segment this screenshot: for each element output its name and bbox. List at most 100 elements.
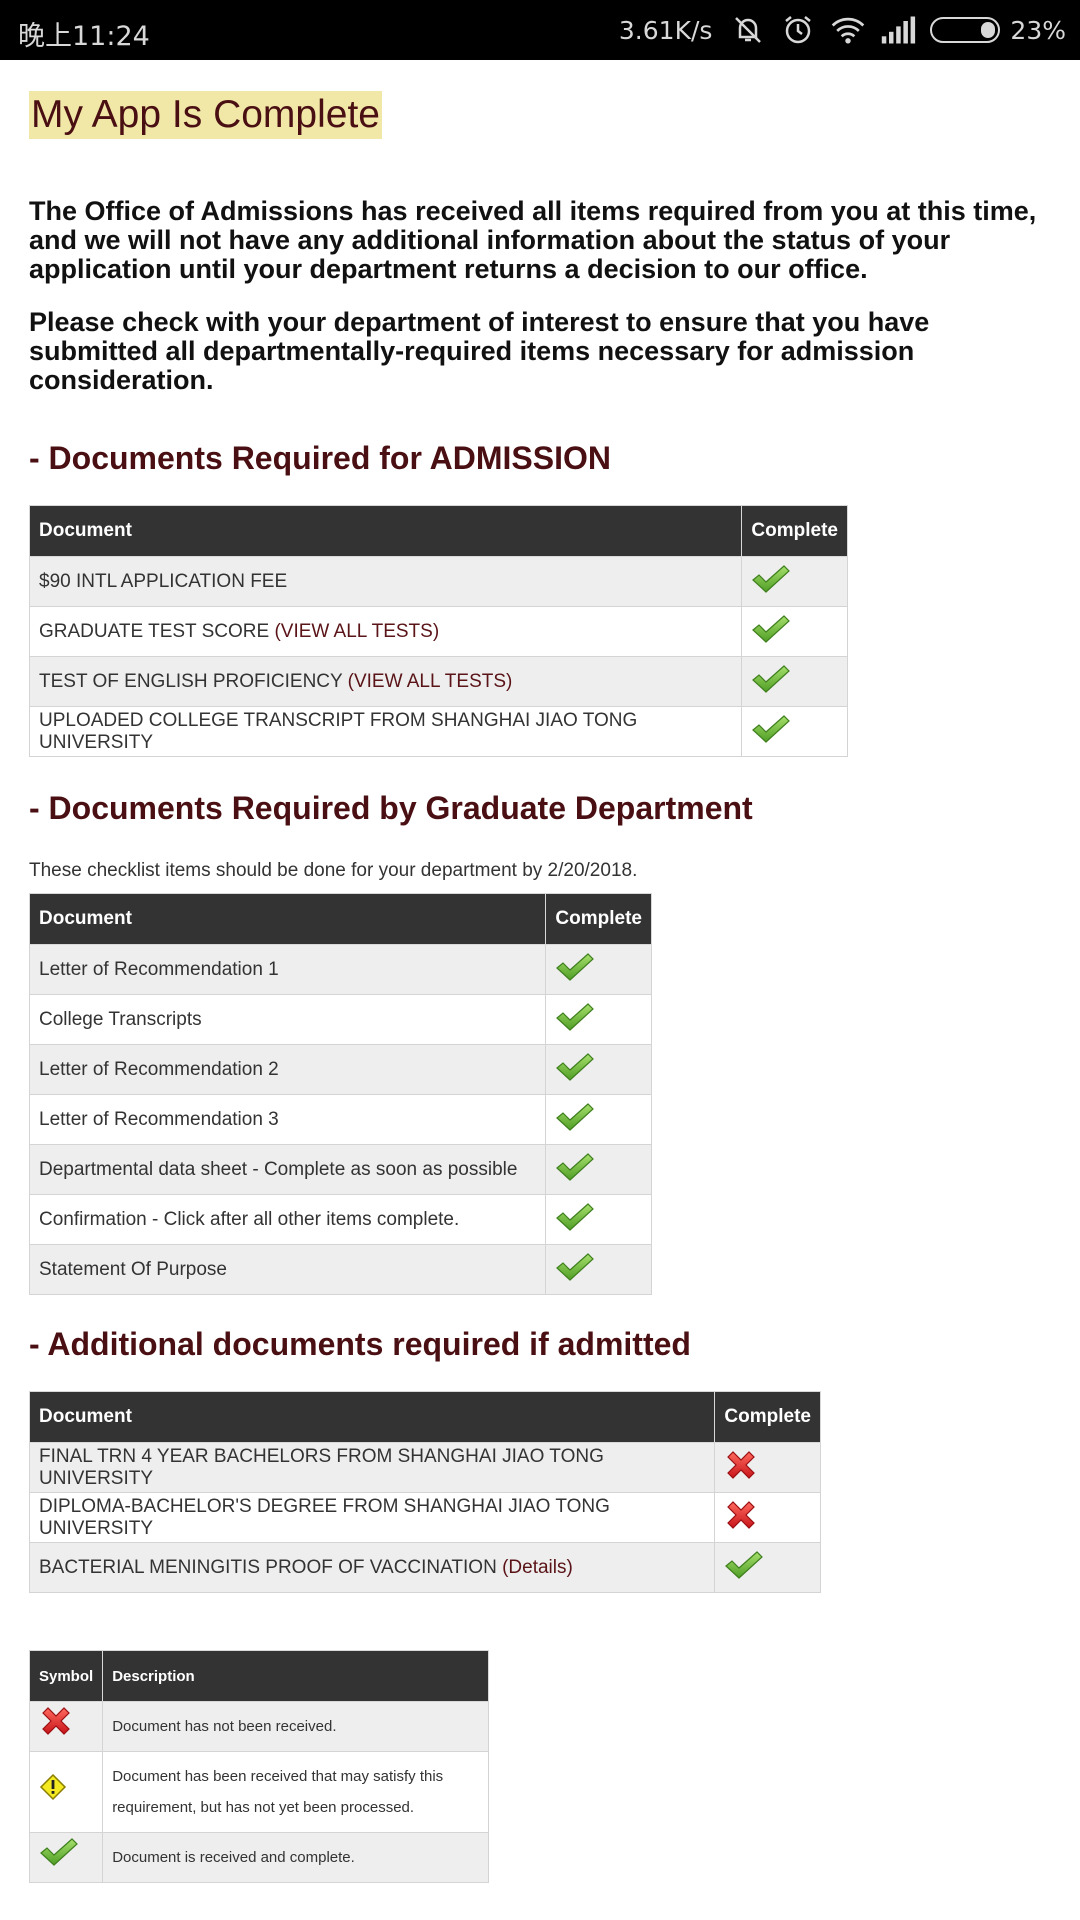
checkmark-icon <box>555 1051 595 1089</box>
table-row: GRADUATE TEST SCORE (VIEW ALL TESTS) <box>28 606 848 657</box>
battery-indicator: 23% <box>930 16 1066 45</box>
additional-heading: - Additional documents required if admit… <box>29 1326 691 1362</box>
admission-heading: - Documents Required for ADMISSION <box>29 440 611 476</box>
table-row: UPLOADED COLLEGE TRANSCRIPT FROM SHANGHA… <box>28 706 848 757</box>
checkmark-icon <box>751 713 791 751</box>
status-cell <box>741 556 848 607</box>
department-table: Document Complete Letter of Recommendati… <box>28 893 652 1295</box>
document-cell: College Transcripts <box>28 994 547 1045</box>
legend-symbol-cell <box>28 1832 104 1883</box>
legend-description: Document is received and complete. <box>102 1832 489 1883</box>
table-row: Letter of Recommendation 1 <box>28 944 652 995</box>
legend-symbol-cell <box>28 1701 104 1752</box>
status-network-speed: 3.61K/s <box>618 15 713 45</box>
department-note: These checklist items should be done for… <box>29 860 638 881</box>
battery-icon <box>930 17 1001 43</box>
document-cell: Letter of Recommendation 2 <box>28 1044 547 1095</box>
mute-icon <box>730 12 766 48</box>
document-cell: Departmental data sheet - Complete as so… <box>28 1144 547 1195</box>
table-row: College Transcripts <box>28 994 652 1045</box>
checkmark-icon <box>751 613 791 651</box>
document-name: Departmental data sheet - Complete as so… <box>39 1158 518 1180</box>
table-row: Letter of Recommendation 2 <box>28 1044 652 1095</box>
document-cell: UPLOADED COLLEGE TRANSCRIPT FROM SHANGHA… <box>28 706 743 757</box>
document-link[interactable]: (VIEW ALL TESTS) <box>348 671 513 692</box>
status-cell <box>714 1492 821 1543</box>
checkmark-icon <box>555 1251 595 1289</box>
document-link[interactable]: (Details) <box>502 1557 573 1578</box>
col-description: Description <box>102 1650 489 1702</box>
col-complete: Complete <box>741 505 848 557</box>
status-cell <box>545 994 652 1045</box>
document-name: DIPLOMA-BACHELOR'S DEGREE FROM SHANGHAI … <box>39 1495 610 1539</box>
document-name: Statement Of Purpose <box>39 1258 227 1280</box>
table-row: FINAL TRN 4 YEAR BACHELORS FROM SHANGHAI… <box>28 1442 821 1493</box>
document-name: Confirmation - Click after all other ite… <box>39 1208 460 1230</box>
checkmark-icon <box>555 1151 595 1189</box>
document-cell: DIPLOMA-BACHELOR'S DEGREE FROM SHANGHAI … <box>28 1492 716 1543</box>
document-cell: GRADUATE TEST SCORE (VIEW ALL TESTS) <box>28 606 743 657</box>
battery-percent: 23% <box>1010 15 1066 45</box>
status-cell <box>545 944 652 995</box>
intro-paragraph-1: The Office of Admissions has received al… <box>29 196 1037 284</box>
admission-table: Document Complete $90 INTL APPLICATION F… <box>28 505 848 757</box>
table-row: BACTERIAL MENINGITIS PROOF OF VACCINATIO… <box>28 1542 821 1593</box>
col-complete: Complete <box>714 1391 821 1443</box>
checkmark-icon <box>555 1201 595 1239</box>
status-cell <box>545 1094 652 1145</box>
document-cell: Statement Of Purpose <box>28 1244 547 1295</box>
status-cell <box>545 1244 652 1295</box>
status-cell <box>545 1044 652 1095</box>
table-row: DIPLOMA-BACHELOR'S DEGREE FROM SHANGHAI … <box>28 1492 821 1543</box>
document-cell: TEST OF ENGLISH PROFICIENCY (VIEW ALL TE… <box>28 656 743 707</box>
document-name: Letter of Recommendation 1 <box>39 958 279 980</box>
document-cell: Letter of Recommendation 3 <box>28 1094 547 1145</box>
table-row: Statement Of Purpose <box>28 1244 652 1295</box>
document-name: $90 INTL APPLICATION FEE <box>39 570 288 592</box>
col-complete: Complete <box>545 893 652 945</box>
document-name: TEST OF ENGLISH PROFICIENCY <box>39 670 343 692</box>
document-cell: BACTERIAL MENINGITIS PROOF OF VACCINATIO… <box>28 1542 716 1593</box>
legend-symbol-cell <box>28 1751 104 1833</box>
col-document: Document <box>28 505 743 557</box>
status-time: 晚上11:24 <box>18 21 150 52</box>
document-link[interactable]: (VIEW ALL TESTS) <box>274 621 439 642</box>
status-cell <box>714 1442 821 1493</box>
table-row: Departmental data sheet - Complete as so… <box>28 1144 652 1195</box>
table-row: TEST OF ENGLISH PROFICIENCY (VIEW ALL TE… <box>28 656 848 707</box>
document-name: Letter of Recommendation 3 <box>39 1108 279 1130</box>
checkmark-icon <box>751 663 791 701</box>
table-row: $90 INTL APPLICATION FEE <box>28 556 848 607</box>
document-cell: Letter of Recommendation 1 <box>28 944 547 995</box>
checkmark-icon <box>555 951 595 989</box>
checkmark-icon <box>39 1836 79 1879</box>
status-cell <box>545 1144 652 1195</box>
status-cell <box>741 656 848 707</box>
alarm-icon <box>780 12 816 48</box>
wifi-icon <box>830 12 866 48</box>
col-document: Document <box>28 1391 716 1443</box>
checkmark-icon <box>751 563 791 601</box>
status-cell <box>545 1194 652 1245</box>
red-x-icon <box>724 1498 758 1538</box>
table-row: Confirmation - Click after all other ite… <box>28 1194 652 1245</box>
legend-description: Document has been received that may sati… <box>102 1751 489 1833</box>
table-row: Letter of Recommendation 3 <box>28 1094 652 1145</box>
page-title: My App Is Complete <box>29 91 382 139</box>
document-name: GRADUATE TEST SCORE <box>39 620 270 642</box>
signal-icon <box>880 12 916 48</box>
checkmark-icon <box>555 1001 595 1039</box>
document-name: FINAL TRN 4 YEAR BACHELORS FROM SHANGHAI… <box>39 1445 604 1489</box>
document-name: BACTERIAL MENINGITIS PROOF OF VACCINATIO… <box>39 1556 497 1578</box>
status-cell <box>714 1542 821 1593</box>
col-document: Document <box>28 893 547 945</box>
status-cell <box>741 606 848 657</box>
warning-diamond-icon <box>39 1773 67 1812</box>
department-heading: - Documents Required by Graduate Departm… <box>29 790 753 826</box>
col-symbol: Symbol <box>28 1650 104 1702</box>
intro-paragraph-2: Please check with your department of int… <box>29 307 930 395</box>
red-x-icon <box>724 1448 758 1488</box>
additional-table: Document Complete FINAL TRN 4 YEAR BACHE… <box>28 1391 821 1593</box>
legend-table: Symbol Description Document has not been… <box>28 1650 489 1883</box>
checkmark-icon <box>555 1101 595 1139</box>
